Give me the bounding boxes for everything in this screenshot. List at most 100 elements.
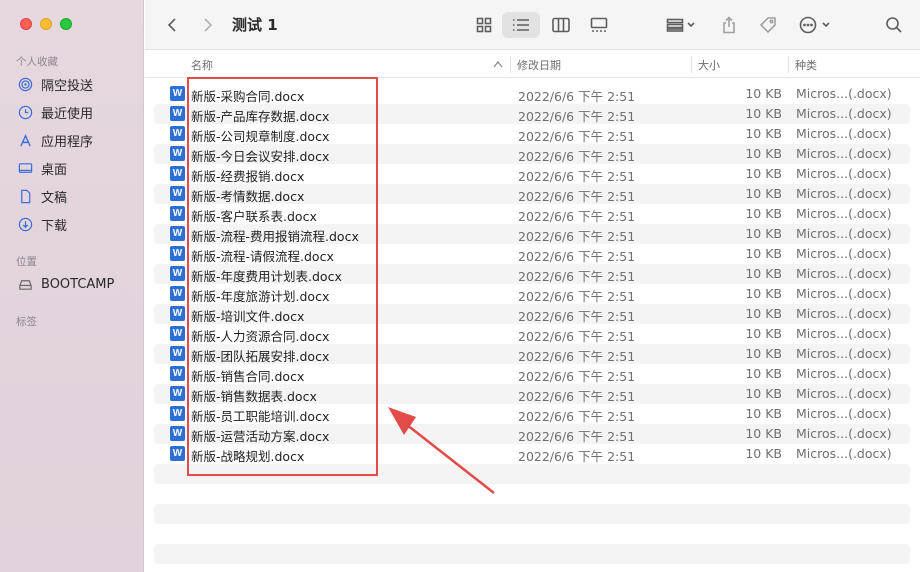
toolbar: 测试 1: [145, 0, 920, 50]
file-kind: Micros...(.docx): [796, 406, 892, 421]
word-file-icon: W: [170, 286, 185, 301]
file-kind: Micros...(.docx): [796, 186, 892, 201]
column-separator: [510, 56, 511, 73]
sidebar-item-label: 最近使用: [41, 106, 94, 122]
word-file-icon: W: [170, 266, 185, 281]
file-modified-date: 2022/6/6 下午 2:51: [518, 89, 636, 104]
column-header-kind[interactable]: 种类: [795, 57, 817, 73]
file-size: 10 KB: [745, 346, 782, 361]
file-modified-date: 2022/6/6 下午 2:51: [518, 449, 636, 464]
word-file-icon: W: [170, 406, 185, 421]
icon-view-button[interactable]: [469, 12, 499, 38]
airdrop-icon: [16, 75, 34, 93]
column-header: 名称 修改日期 大小 种类: [145, 51, 920, 78]
file-modified-date: 2022/6/6 下午 2:51: [518, 409, 636, 424]
favorites-section-label: 个人收藏: [16, 56, 58, 68]
share-icon: [723, 16, 735, 34]
more-actions-button[interactable]: [796, 12, 836, 38]
file-kind: Micros...(.docx): [796, 346, 892, 361]
word-file-icon: W: [170, 306, 185, 321]
file-kind: Micros...(.docx): [796, 166, 892, 181]
file-modified-date: 2022/6/6 下午 2:51: [518, 209, 636, 224]
sidebar: 个人收藏 隔空投送 最近使用 应用程序 桌面 文稿 下载 位置 BOOTCAMP…: [0, 0, 144, 572]
empty-row: [154, 544, 910, 564]
tag-icon: [759, 17, 776, 34]
sidebar-item-label: BOOTCAMP: [41, 276, 115, 292]
ellipsis-circle-icon: [799, 16, 830, 34]
group-icon: [666, 18, 695, 32]
grid-icon: [476, 17, 492, 33]
column-header-modified[interactable]: 修改日期: [517, 57, 561, 73]
share-button[interactable]: [716, 12, 742, 38]
file-size: 10 KB: [745, 206, 782, 221]
file-size: 10 KB: [745, 406, 782, 421]
chevron-right-icon: [204, 18, 213, 32]
file-size: 10 KB: [745, 126, 782, 141]
file-modified-date: 2022/6/6 下午 2:51: [518, 289, 636, 304]
chevron-left-icon: [167, 18, 176, 32]
column-header-size[interactable]: 大小: [698, 57, 720, 73]
gallery-icon: [590, 17, 608, 32]
desktop-icon: [16, 159, 34, 177]
sidebar-item-desktop[interactable]: 桌面: [16, 157, 67, 179]
zoom-window-button[interactable]: [60, 18, 72, 30]
column-header-name[interactable]: 名称: [191, 57, 213, 73]
file-size: 10 KB: [745, 106, 782, 121]
file-modified-date: 2022/6/6 下午 2:51: [518, 429, 636, 444]
file-size: 10 KB: [745, 446, 782, 461]
file-kind: Micros...(.docx): [796, 326, 892, 341]
tag-button[interactable]: [755, 12, 781, 38]
sidebar-item-label: 桌面: [41, 162, 68, 178]
back-button[interactable]: [163, 12, 183, 38]
highlight-box: [187, 77, 378, 476]
word-file-icon: W: [170, 326, 185, 341]
sidebar-item-airdrop[interactable]: 隔空投送: [16, 73, 93, 95]
download-icon: [16, 215, 34, 233]
columns-icon: [552, 17, 570, 33]
word-file-icon: W: [170, 86, 185, 101]
apps-icon: [16, 131, 34, 149]
sidebar-item-bootcamp[interactable]: BOOTCAMP: [16, 273, 114, 295]
file-modified-date: 2022/6/6 下午 2:51: [518, 229, 636, 244]
sort-ascending-icon: [493, 60, 503, 68]
disk-icon: [16, 275, 34, 293]
file-kind: Micros...(.docx): [796, 246, 892, 261]
list-view-button[interactable]: [502, 12, 540, 38]
file-modified-date: 2022/6/6 下午 2:51: [518, 129, 636, 144]
word-file-icon: W: [170, 426, 185, 441]
file-modified-date: 2022/6/6 下午 2:51: [518, 189, 636, 204]
file-size: 10 KB: [745, 86, 782, 101]
file-modified-date: 2022/6/6 下午 2:51: [518, 309, 636, 324]
annotation-arrow-icon: [388, 407, 495, 494]
file-modified-date: 2022/6/6 下午 2:51: [518, 249, 636, 264]
group-button[interactable]: [662, 12, 700, 38]
forward-button[interactable]: [197, 12, 217, 38]
file-modified-date: 2022/6/6 下午 2:51: [518, 369, 636, 384]
word-file-icon: W: [170, 226, 185, 241]
word-file-icon: W: [170, 146, 185, 161]
file-modified-date: 2022/6/6 下午 2:51: [518, 149, 636, 164]
word-file-icon: W: [170, 126, 185, 141]
sidebar-item-applications[interactable]: 应用程序: [16, 129, 93, 151]
finder-window: 个人收藏 隔空投送 最近使用 应用程序 桌面 文稿 下载 位置 BOOTCAMP…: [0, 0, 920, 572]
sidebar-item-label: 文稿: [41, 190, 68, 206]
file-size: 10 KB: [745, 426, 782, 441]
word-file-icon: W: [170, 346, 185, 361]
word-file-icon: W: [170, 206, 185, 221]
sidebar-item-downloads[interactable]: 下载: [16, 213, 67, 235]
word-file-icon: W: [170, 186, 185, 201]
sidebar-item-recents[interactable]: 最近使用: [16, 101, 93, 123]
file-size: 10 KB: [745, 226, 782, 241]
file-kind: Micros...(.docx): [796, 366, 892, 381]
close-window-button[interactable]: [20, 18, 32, 30]
sidebar-item-documents[interactable]: 文稿: [16, 185, 67, 207]
file-kind: Micros...(.docx): [796, 286, 892, 301]
clock-icon: [16, 103, 34, 121]
file-kind: Micros...(.docx): [796, 266, 892, 281]
search-button[interactable]: [881, 12, 907, 38]
gallery-view-button[interactable]: [584, 12, 614, 38]
word-file-icon: W: [170, 446, 185, 461]
column-view-button[interactable]: [546, 12, 576, 38]
minimize-window-button[interactable]: [40, 18, 52, 30]
file-size: 10 KB: [745, 306, 782, 321]
